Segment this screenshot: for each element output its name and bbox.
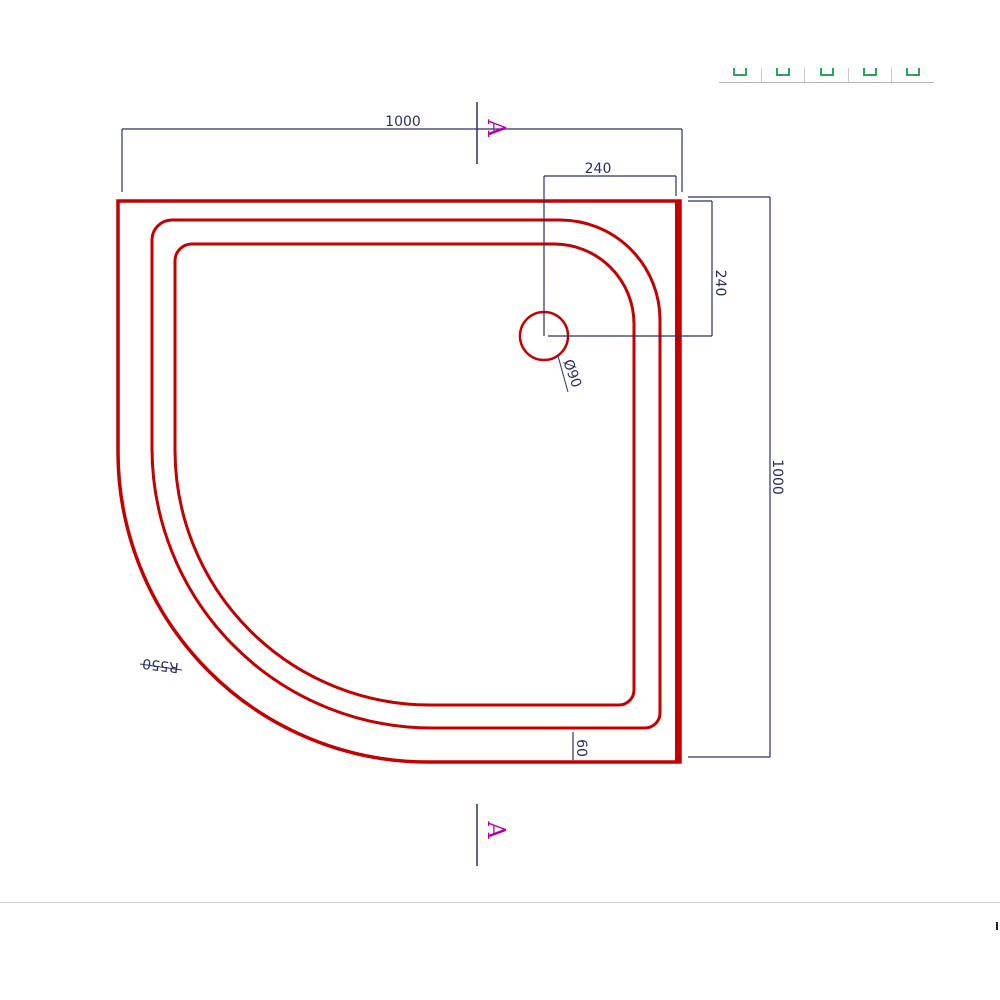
- tray-rim-outline: [150, 218, 662, 730]
- rim-width-label: 60: [573, 739, 589, 757]
- height-dimension: [688, 196, 771, 758]
- tray-basin-outline: [173, 242, 636, 707]
- page-divider: [0, 902, 1000, 903]
- section-mark-bottom: A: [482, 820, 510, 839]
- section-mark-top: A: [482, 118, 510, 137]
- corner-mark: [996, 922, 998, 930]
- tray-outer-outline: [116, 199, 682, 764]
- height-dimension-label: 1000: [769, 459, 785, 495]
- width-dimension-label: 1000: [385, 114, 421, 130]
- shower-tray-drawing: 1000 240 240 1000 Ø90 R550 60 A A: [116, 102, 785, 866]
- drain-x-dimension-label: 240: [585, 161, 612, 177]
- drain-y-dimension-label: 240: [712, 270, 728, 297]
